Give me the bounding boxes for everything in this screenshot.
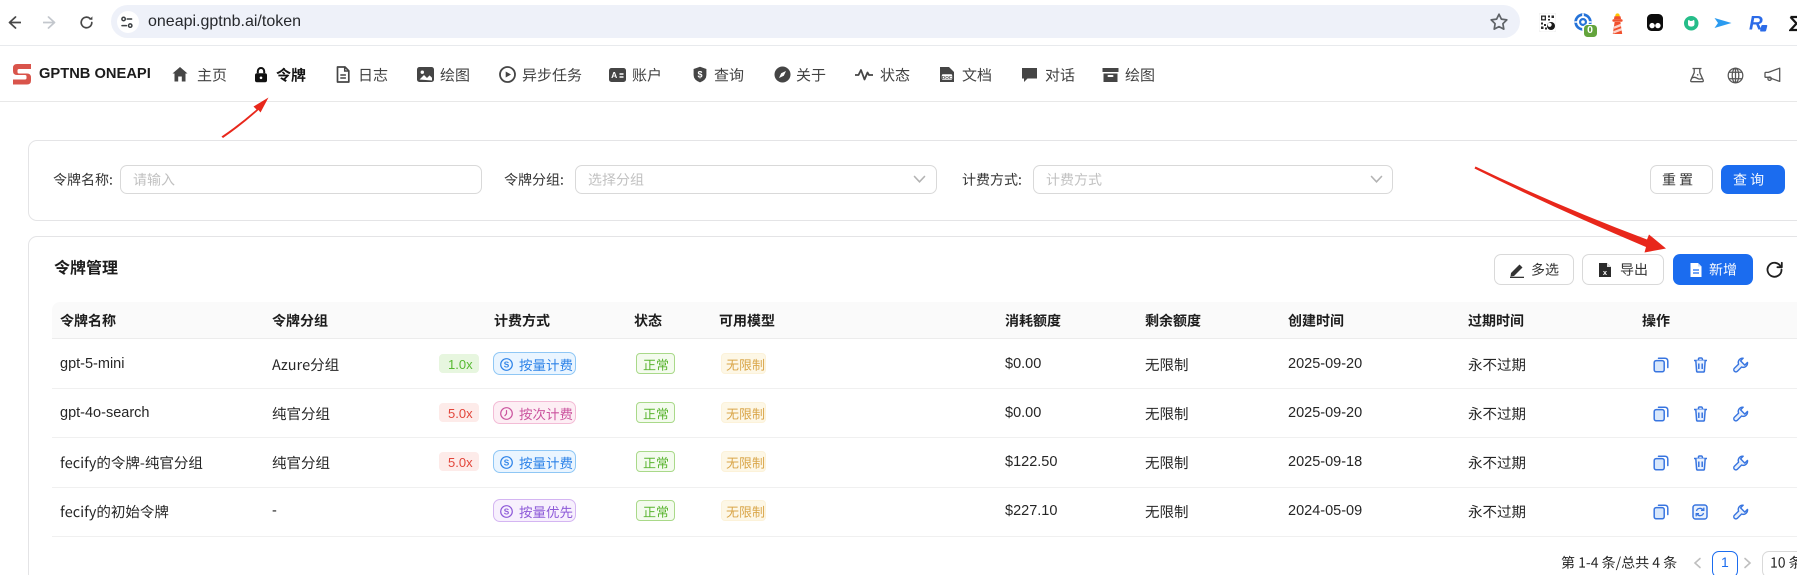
svg-text:S: S	[504, 508, 510, 517]
svg-text:$: $	[697, 70, 702, 80]
svg-text:S: S	[504, 459, 510, 468]
svg-text:S: S	[504, 361, 510, 370]
svg-text:A: A	[611, 70, 617, 80]
svg-text:DOC: DOC	[941, 75, 952, 80]
